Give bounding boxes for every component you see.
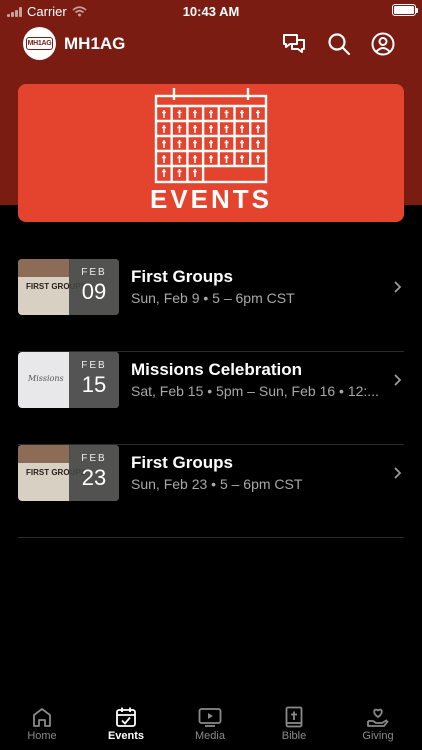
tab-bible[interactable]: Bible <box>252 706 336 742</box>
status-time: 10:43 AM <box>182 4 240 19</box>
profile-icon[interactable] <box>371 32 395 56</box>
date-month: FEB <box>81 453 107 464</box>
event-thumbnail: FIRST GROUPS FEB 09 <box>18 259 119 315</box>
battery-icon <box>392 4 418 16</box>
home-icon <box>33 708 51 727</box>
calendar-graphic-icon <box>154 88 268 184</box>
status-bar: Carrier 10:43 AM <box>0 0 422 22</box>
app-title: MH1AG <box>64 34 126 53</box>
tab-events[interactable]: Events <box>84 706 168 742</box>
banner-title: EVENTS <box>149 184 273 214</box>
date-badge: FEB 09 <box>69 259 119 315</box>
tab-giving[interactable]: Giving <box>336 706 420 742</box>
app-header: MH1AG MH1AG <box>0 26 422 62</box>
chevron-right-icon <box>394 467 402 479</box>
event-datetime: Sun, Feb 9 • 5 – 6pm CST <box>131 290 295 306</box>
bible-icon <box>285 706 303 728</box>
church-logo[interactable]: MH1AG <box>23 27 56 60</box>
event-item[interactable]: FIRST GROUPS FEB 09 First Groups Sun, Fe… <box>18 259 404 352</box>
play-icon <box>198 708 222 727</box>
tab-home[interactable]: Home <box>0 706 84 742</box>
tab-media[interactable]: Media <box>168 706 252 742</box>
event-thumbnail: Missions FEB 15 <box>18 352 119 408</box>
tab-label: Media <box>195 730 225 742</box>
thumbnail-text: Missions <box>28 374 64 383</box>
event-title: Missions Celebration <box>131 360 302 379</box>
event-datetime: Sat, Feb 15 • 5pm – Sun, Feb 16 • 12:... <box>131 383 379 399</box>
event-title: First Groups <box>131 267 234 286</box>
tab-label: Bible <box>281 730 307 742</box>
chevron-right-icon <box>394 374 402 386</box>
tab-label: Giving <box>362 730 394 742</box>
event-title: First Groups <box>131 453 234 472</box>
tab-label: Home <box>27 730 57 742</box>
date-badge: FEB 23 <box>69 445 119 501</box>
giving-icon <box>367 708 389 727</box>
calendar-icon <box>116 707 136 727</box>
date-day: 09 <box>81 279 107 304</box>
chat-icon[interactable] <box>282 32 306 56</box>
tab-bar: Home Events Media Bible Giving <box>0 700 422 750</box>
date-badge: FEB 15 <box>69 352 119 408</box>
date-month: FEB <box>81 360 107 371</box>
logo-text: MH1AG <box>25 37 54 50</box>
event-item[interactable]: Missions FEB 15 Missions Celebration Sat… <box>18 352 404 445</box>
event-thumbnail: FIRST GROUPS FEB 23 <box>18 445 119 501</box>
tab-label: Events <box>107 730 145 742</box>
event-datetime: Sun, Feb 23 • 5 – 6pm CST <box>131 476 303 492</box>
date-month: FEB <box>81 267 107 278</box>
chevron-right-icon <box>394 281 402 293</box>
event-item[interactable]: FIRST GROUPS FEB 23 First Groups Sun, Fe… <box>18 445 404 538</box>
events-banner: EVENTS <box>18 84 404 222</box>
search-icon[interactable] <box>327 32 351 56</box>
date-day: 15 <box>81 372 107 397</box>
date-day: 23 <box>81 465 107 490</box>
